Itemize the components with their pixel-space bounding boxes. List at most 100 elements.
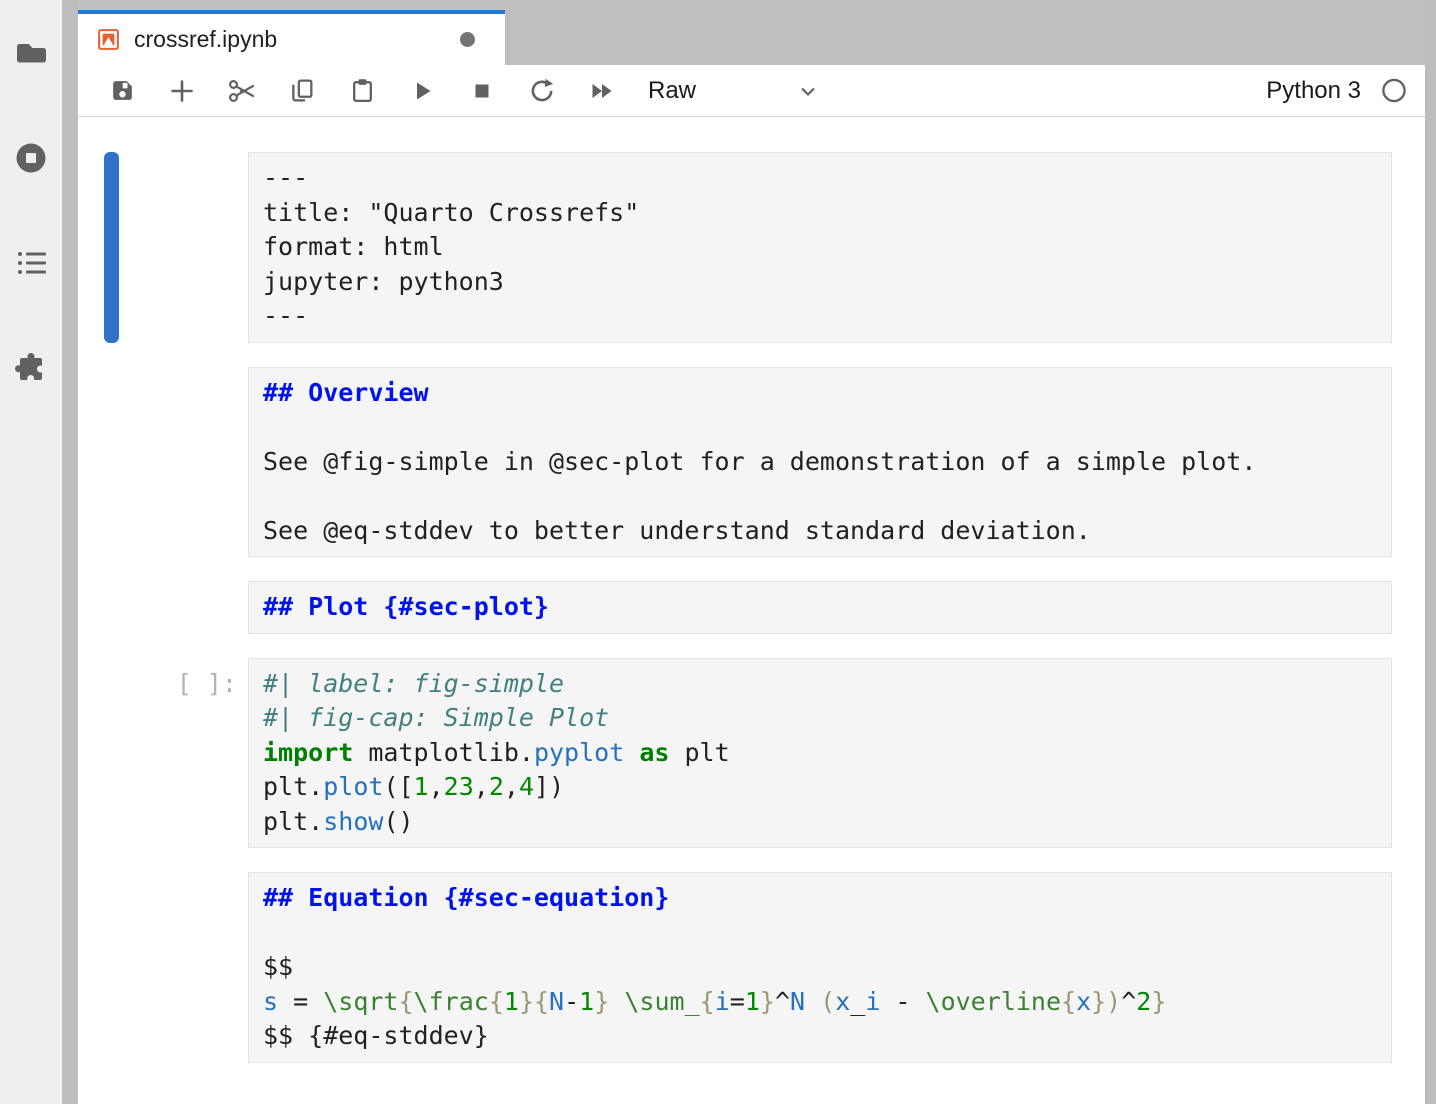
token: --- (263, 163, 308, 192)
token: 1 (504, 987, 519, 1016)
cell-editor-markdown[interactable]: ## Plot {#sec-plot} (248, 581, 1392, 634)
token: { (398, 987, 413, 1016)
token: as (639, 738, 669, 767)
cell-collapser[interactable] (104, 581, 119, 634)
sidebar-item-table-of-contents[interactable] (0, 247, 62, 279)
running-icon (13, 140, 49, 176)
token: i (865, 987, 880, 1016)
cell-editor-raw[interactable]: --- title: "Quarto Crossrefs" format: html… (248, 152, 1392, 343)
cell-execution-prompt (119, 581, 248, 634)
token: () (383, 807, 413, 836)
cut-cells-button[interactable] (212, 71, 272, 111)
token: = (278, 987, 323, 1016)
source-line: --- (263, 299, 1377, 334)
sidebar-item-running-kernels[interactable] (0, 142, 62, 174)
token: , (429, 772, 444, 801)
source-line: plt.show() (263, 805, 1377, 840)
token: ## Equation {#sec-equation} (263, 883, 669, 912)
token: 1 (414, 772, 429, 801)
copy-cells-button[interactable] (272, 71, 332, 111)
cell-editor-markdown[interactable]: ## Overview See @fig-simple in @sec-plot… (248, 367, 1392, 558)
kernel-status-icon[interactable] (1381, 78, 1407, 104)
source-line: ## Equation {#sec-equation} (263, 881, 1377, 916)
main-dock-panel: crossref.ipynb (78, 0, 1425, 1104)
token: ^ (1121, 987, 1136, 1016)
restart-run-all-button[interactable] (572, 71, 632, 111)
toc-icon (14, 248, 48, 278)
save-icon (109, 77, 136, 104)
kernel-area: Python 3 (1266, 77, 1415, 105)
interrupt-kernel-button[interactable] (452, 71, 512, 111)
token: $$ (263, 952, 293, 981)
token: ^ (775, 987, 790, 1016)
notebook-cells: --- title: "Quarto Crossrefs" format: html… (78, 152, 1425, 1063)
token: matplotlib. (353, 738, 534, 767)
source-line: See @fig-simple in @sec-plot for a demon… (263, 445, 1377, 480)
kernel-name[interactable]: Python 3 (1266, 77, 1361, 105)
cell-editor-markdown[interactable]: ## Equation {#sec-equation} $$s = \sqrt{… (248, 872, 1392, 1063)
token (805, 987, 820, 1016)
cell-type-select[interactable]: Raw (642, 71, 826, 111)
token: plot (323, 772, 383, 801)
paste-cells-button[interactable] (332, 71, 392, 111)
token: --- (263, 301, 308, 330)
cell-collapser[interactable] (104, 152, 119, 343)
source-line: format: html (263, 230, 1377, 265)
source-line: --- (263, 161, 1377, 196)
token: plt. (263, 772, 323, 801)
source-line: s = \sqrt{\frac{1}{N-1} \sum_{i=1}^N (x_… (263, 985, 1377, 1020)
token: - (564, 987, 579, 1016)
token: 1 (745, 987, 760, 1016)
paste-icon (349, 77, 376, 104)
notebook-cell-raw: --- title: "Quarto Crossrefs" format: html… (104, 152, 1392, 343)
sidebar-divider (62, 0, 78, 1104)
token: , (474, 772, 489, 801)
token: _ (850, 987, 865, 1016)
notebook-toolbar: Raw Python 3 (78, 65, 1425, 117)
token: \frac (414, 987, 489, 1016)
notebook-cell-markdown: ## Plot {#sec-plot} (104, 581, 1392, 634)
unsaved-changes-dot[interactable] (460, 32, 475, 47)
token: plt. (263, 807, 323, 836)
save-button[interactable] (92, 71, 152, 111)
run-icon (409, 78, 435, 104)
sidebar-item-file-browser[interactable] (0, 37, 62, 69)
source-line: ## Plot {#sec-plot} (263, 590, 1377, 625)
cell-execution-prompt (119, 367, 248, 558)
token: 1 (579, 987, 594, 1016)
notebook-cell-markdown: ## Overview See @fig-simple in @sec-plot… (104, 367, 1392, 558)
source-line: title: "Quarto Crossrefs" (263, 196, 1377, 231)
token: - (880, 987, 925, 1016)
token: 2 (1136, 987, 1151, 1016)
run-cell-button[interactable] (392, 71, 452, 111)
token: } (1151, 987, 1166, 1016)
token: show (323, 807, 383, 836)
tab-title: crossref.ipynb (134, 26, 277, 53)
cell-editor-code[interactable]: #| label: fig-simple #| fig-cap: Simple P… (248, 658, 1392, 849)
fast-forward-icon (588, 78, 616, 104)
token: 4 (519, 772, 534, 801)
sidebar-item-extensions[interactable] (0, 352, 62, 384)
right-edge (1425, 0, 1436, 1104)
cell-collapser[interactable] (104, 658, 119, 849)
puzzle-icon (13, 350, 49, 386)
tab-crossref-ipynb[interactable]: crossref.ipynb (78, 10, 505, 65)
cell-collapser[interactable] (104, 367, 119, 558)
token: title: "Quarto Crossrefs" (263, 198, 639, 227)
token: \sqrt (323, 987, 398, 1016)
folder-icon (14, 37, 48, 69)
token: 2 (489, 772, 504, 801)
source-line: #| fig-cap: Simple Plot (263, 701, 1377, 736)
insert-cell-button[interactable] (152, 71, 212, 111)
token: ( (820, 987, 835, 1016)
token: \sum_ (624, 987, 699, 1016)
token: 23 (444, 772, 474, 801)
source-line: $$ (263, 950, 1377, 985)
source-line: ## Overview (263, 376, 1377, 411)
restart-kernel-button[interactable] (512, 71, 572, 111)
token: See @fig-simple in @sec-plot for a demon… (263, 447, 1256, 476)
stop-icon (469, 78, 495, 104)
token: import (263, 738, 353, 767)
cell-collapser[interactable] (104, 872, 119, 1063)
token: #| label: fig-simple (263, 669, 564, 698)
